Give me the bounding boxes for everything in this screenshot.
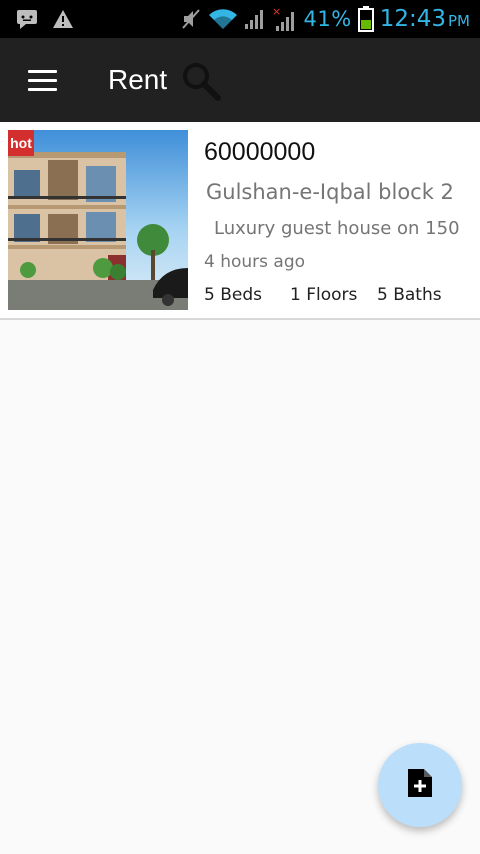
clock: 12:43 PM: [380, 6, 470, 32]
warning-icon: [52, 9, 74, 29]
listing-location: Gulshan-e-Iqbal block 2: [206, 180, 454, 204]
battery-icon: [357, 6, 374, 32]
search-icon[interactable]: [179, 59, 223, 103]
message-icon: [16, 9, 38, 29]
listing-floors: 1 Floors: [290, 285, 358, 305]
clock-ampm: PM: [448, 12, 470, 30]
app-bar: Rent: [0, 38, 480, 122]
listing-baths: 5 Baths: [377, 285, 442, 305]
add-listing-button[interactable]: [378, 743, 462, 827]
signal-icon: [244, 8, 266, 30]
hamburger-icon[interactable]: [12, 50, 72, 110]
listing-time: 4 hours ago: [204, 252, 306, 272]
list-item[interactable]: hot 60000000 Gulshan-e-Iqbal block 2 Lux…: [0, 122, 480, 320]
listing-beds: 5 Beds: [204, 285, 262, 305]
battery-percent: 41%: [303, 7, 352, 31]
add-document-icon: [406, 767, 434, 803]
page-title: Rent: [108, 64, 168, 95]
status-bar: × 41% 12:43 PM: [0, 0, 480, 38]
listing-price: 60000000: [204, 138, 316, 166]
signal-no-data-icon: ×: [272, 6, 298, 32]
svg-text:×: ×: [272, 6, 281, 18]
mute-icon: [180, 8, 202, 30]
listing-description: Luxury guest house on 150: [214, 218, 460, 239]
clock-time: 12:43: [379, 6, 446, 32]
wifi-icon: [208, 8, 238, 30]
property-image[interactable]: hot: [8, 130, 188, 310]
hot-badge: hot: [8, 130, 34, 156]
